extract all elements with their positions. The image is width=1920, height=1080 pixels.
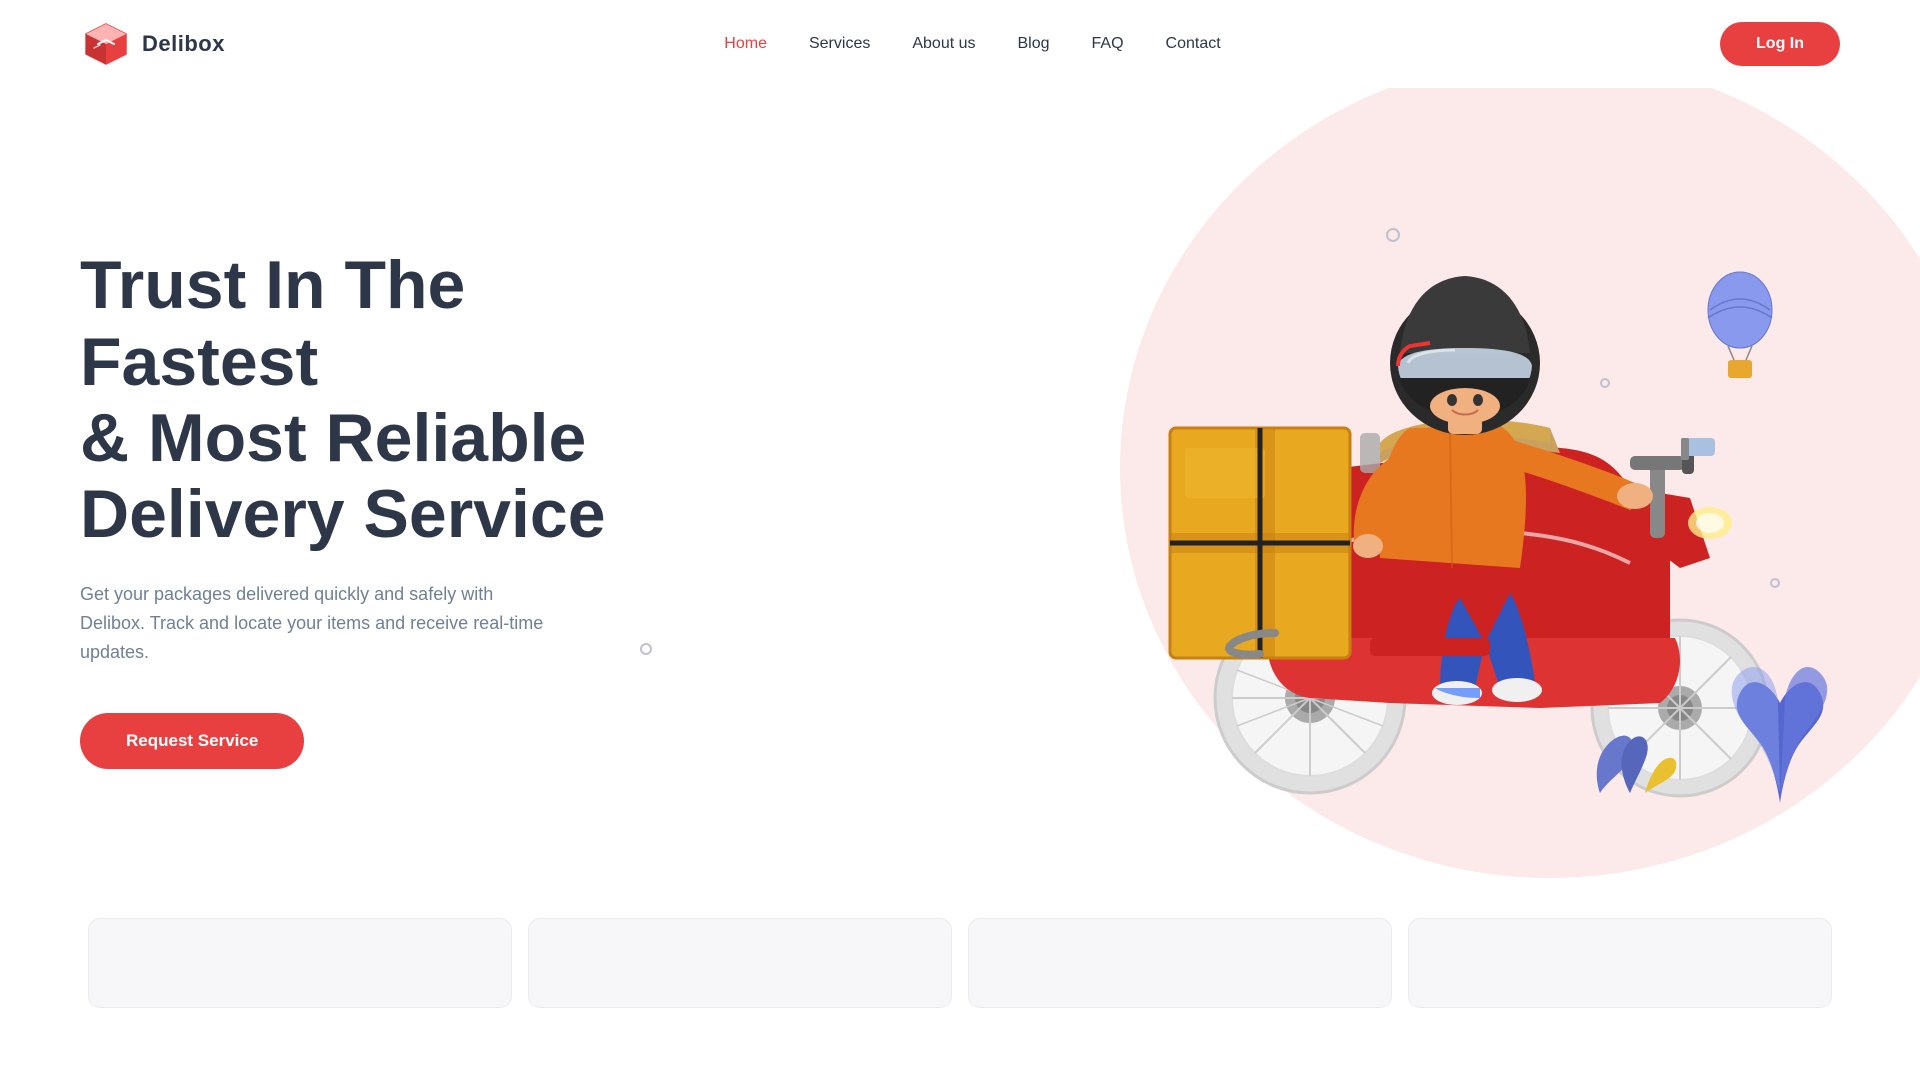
request-service-button[interactable]: Request Service bbox=[80, 713, 304, 769]
nav-services[interactable]: Services bbox=[809, 35, 870, 52]
nav-links: Home Services About us Blog FAQ Contact bbox=[724, 35, 1220, 53]
nav-about[interactable]: About us bbox=[912, 35, 975, 52]
bottom-card-1 bbox=[88, 918, 512, 1008]
bottom-card-2 bbox=[528, 918, 952, 1008]
hero-content: Trust In The Fastest & Most Reliable Del… bbox=[80, 247, 720, 768]
nav-faq[interactable]: FAQ bbox=[1092, 35, 1124, 52]
bottom-card-3 bbox=[968, 918, 1392, 1008]
bottom-card-4 bbox=[1408, 918, 1832, 1008]
bottom-cards-row bbox=[0, 918, 1920, 1008]
logo-icon bbox=[80, 18, 132, 70]
nav-blog[interactable]: Blog bbox=[1018, 35, 1050, 52]
navbar: Delibox Home Services About us Blog FAQ … bbox=[0, 0, 1920, 88]
plant-decoration-right bbox=[1720, 603, 1840, 808]
hero-title: Trust In The Fastest & Most Reliable Del… bbox=[80, 247, 720, 552]
hero-illustration bbox=[1090, 178, 1840, 838]
login-button[interactable]: Log In bbox=[1720, 22, 1840, 66]
plant-decoration-left bbox=[1570, 713, 1690, 808]
hero-section: Trust In The Fastest & Most Reliable Del… bbox=[0, 88, 1920, 908]
logo-link[interactable]: Delibox bbox=[80, 18, 225, 70]
hot-air-balloon bbox=[1700, 268, 1780, 393]
nav-home[interactable]: Home bbox=[724, 35, 767, 52]
nav-contact[interactable]: Contact bbox=[1166, 35, 1221, 52]
hero-subtitle: Get your packages delivered quickly and … bbox=[80, 580, 560, 666]
brand-name: Delibox bbox=[142, 31, 225, 57]
